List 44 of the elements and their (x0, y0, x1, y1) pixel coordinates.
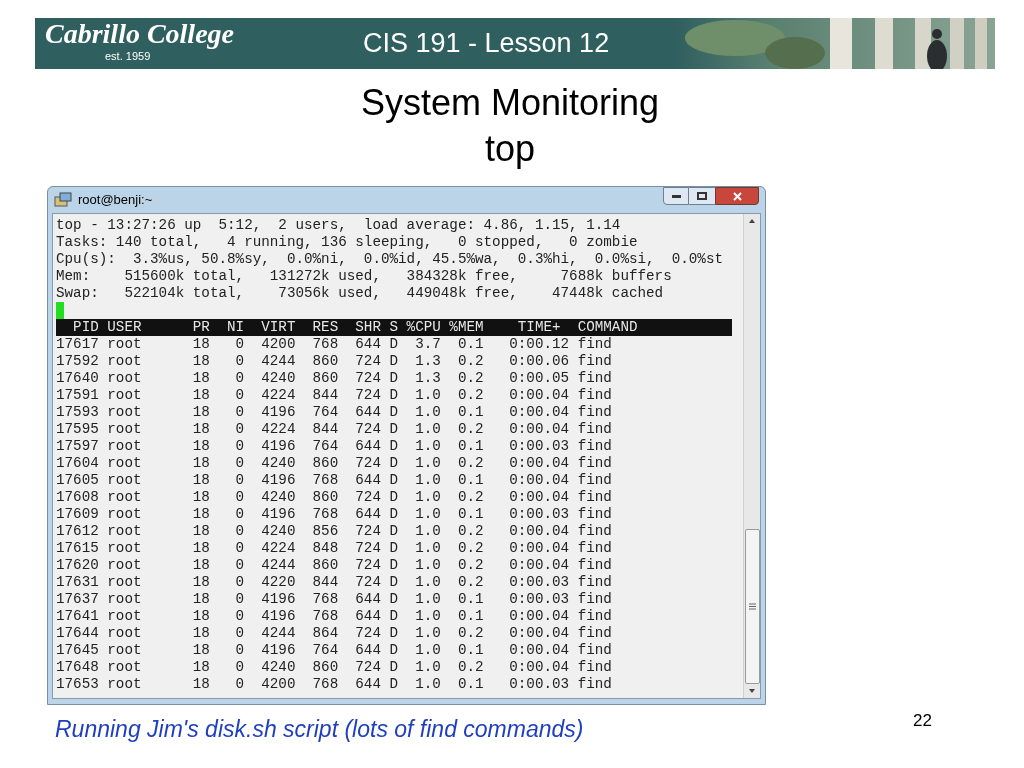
process-line: 17620 root 18 0 4244 860 724 D 1.0 0.2 0:00.04 find (56, 557, 612, 574)
process-line: 17604 root 18 0 4240 860 724 D 1.0 0.2 0:00.04 find (56, 455, 612, 472)
process-line: 17593 root 18 0 4196 764 644 D 1.0 0.1 0:00.04 find (56, 404, 612, 421)
terminal-line: Tasks: 140 total, 4 running, 136 sleeping, 0 stopped, 0 zombie (56, 234, 638, 251)
process-line: 17612 root 18 0 4240 856 724 D 1.0 0.2 0:00.04 find (56, 523, 612, 540)
maximize-button[interactable] (689, 187, 715, 205)
process-line: 17644 root 18 0 4244 864 724 D 1.0 0.2 0:00.04 find (56, 625, 612, 642)
process-line: 17605 root 18 0 4196 768 644 D 1.0 0.1 0:00.04 find (56, 472, 612, 489)
process-line: 17645 root 18 0 4196 764 644 D 1.0 0.1 0:00.04 find (56, 642, 612, 659)
terminal-line: Cpu(s): 3.3%us, 50.8%sy, 0.0%ni, 0.0%id, 45.5%wa, 0.3%hi, 0.0%si, 0.0%st (56, 251, 723, 268)
maximize-icon (697, 192, 707, 200)
terminal-line: Swap: 522104k total, 73056k used, 449048k free, 47448k cached (56, 285, 664, 302)
process-line: 17653 root 18 0 4200 768 644 D 1.0 0.1 0:00.03 find (56, 676, 612, 693)
terminal-icon (54, 192, 72, 208)
process-line: 17617 root 18 0 4200 768 644 D 3.7 0.1 0:00.12 find (56, 336, 612, 353)
process-line: 17637 root 18 0 4196 768 644 D 1.0 0.1 0:00.03 find (56, 591, 612, 608)
logo-subtext: est. 1959 (105, 50, 152, 62)
process-line: 17608 root 18 0 4240 860 724 D 1.0 0.2 0:00.04 find (56, 489, 612, 506)
process-line: 17648 root 18 0 4240 860 724 D 1.0 0.2 0:00.04 find (56, 659, 612, 676)
terminal-line: Mem: 515600k total, 131272k used, 384328k free, 7688k buffers (56, 268, 672, 285)
slide-subheading: top (484, 127, 535, 171)
process-line: 17631 root 18 0 4220 844 724 D 1.0 0.2 0:00.03 find (56, 574, 612, 591)
minimize-icon (671, 194, 681, 198)
close-icon (732, 191, 742, 201)
grip-icon (748, 603, 756, 610)
close-button[interactable] (715, 187, 759, 205)
logo-text: Cabrillo College (45, 18, 235, 50)
terminal-line: top - 13:27:26 up 5:12, 2 users, load average: 4.86, 1.15, 1.14 (56, 217, 621, 234)
process-line: 17641 root 18 0 4196 768 644 D 1.0 0.1 0:00.04 find (56, 608, 612, 625)
minimize-button[interactable] (663, 187, 689, 205)
process-line: 17640 root 18 0 4240 860 724 D 1.3 0.2 0:00.05 find (56, 370, 612, 387)
scroll-thumb[interactable] (744, 529, 760, 684)
slide-title: CIS 191 - Lesson 12 (363, 27, 610, 61)
process-line: 17597 root 18 0 4196 764 644 D 1.0 0.1 0:00.03 find (56, 438, 612, 455)
caption: Running Jim's disk.sh script (lots of find commands) (55, 715, 584, 744)
page-number: 22 (913, 710, 932, 732)
cursor (56, 302, 64, 319)
window-title: root@benji:~ (78, 191, 154, 210)
process-line: 17615 root 18 0 4224 848 724 D 1.0 0.2 0:00.04 find (56, 540, 612, 557)
process-line: 17592 root 18 0 4244 860 724 D 1.3 0.2 0:00.06 find (56, 353, 612, 370)
process-line: 17591 root 18 0 4224 844 724 D 1.0 0.2 0:00.04 find (56, 387, 612, 404)
process-line: 17609 root 18 0 4196 768 644 D 1.0 0.1 0:00.03 find (56, 506, 612, 523)
process-line: 17595 root 18 0 4224 844 724 D 1.0 0.2 0:00.04 find (56, 421, 612, 438)
slide-heading: System Monitoring (360, 81, 660, 125)
